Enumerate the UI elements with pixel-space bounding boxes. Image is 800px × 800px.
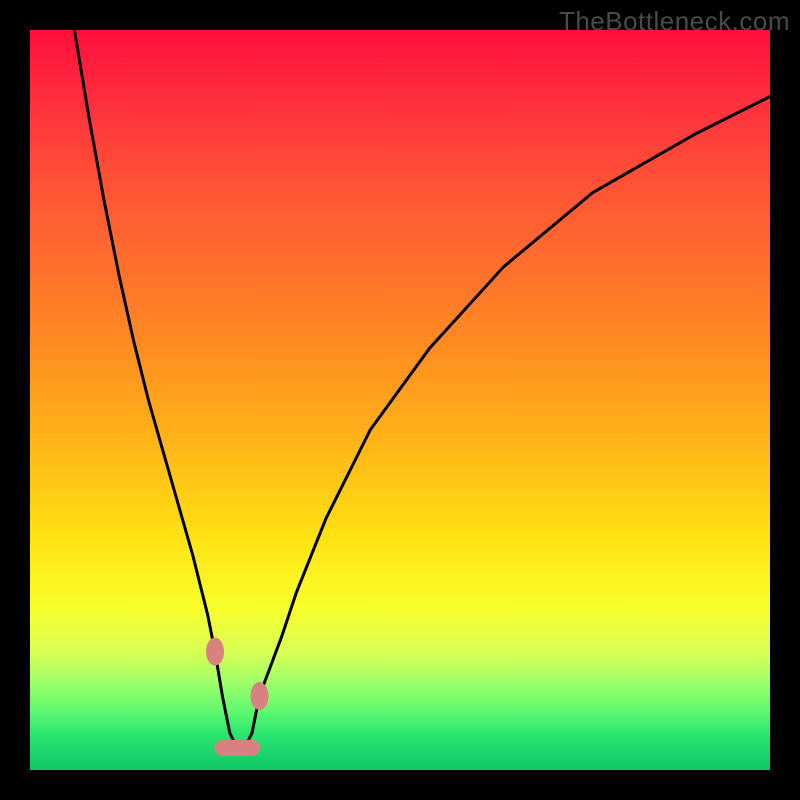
bottleneck-curve (74, 30, 770, 748)
watermark-text: TheBottleneck.com (559, 6, 790, 37)
marker-left (206, 638, 224, 666)
chart-frame: TheBottleneck.com (0, 0, 800, 800)
curve-layer (30, 30, 770, 770)
marker-right (250, 682, 268, 710)
plot-area (30, 30, 770, 770)
marker-group (206, 638, 268, 710)
